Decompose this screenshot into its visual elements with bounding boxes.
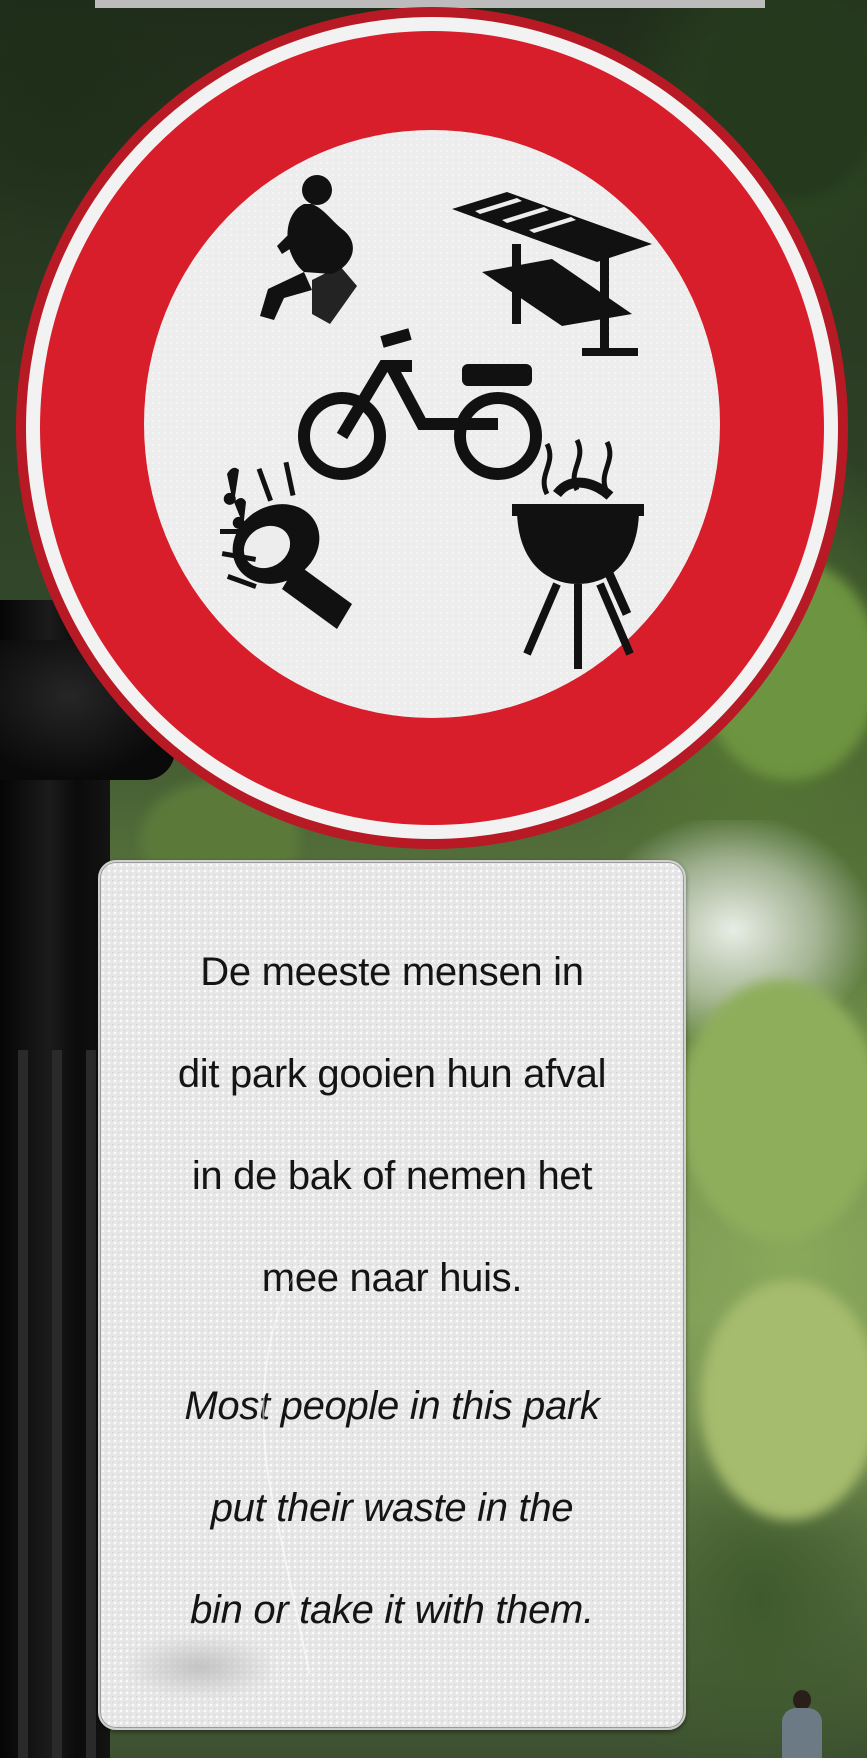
supplementary-text-plate: De meeste mensen in dit park gooien hun … [98, 860, 686, 1730]
dutch-text-line-2: dit park gooien hun afval [177, 1052, 607, 1096]
gate-post-rib [86, 1050, 96, 1758]
background-pedestrian [782, 1690, 822, 1758]
gate-post-rib [18, 1050, 28, 1758]
moped-seat [462, 364, 532, 386]
foliage-blob [700, 1280, 867, 1520]
street-sign-photo: De meeste mensen in dit park gooien hun … [0, 0, 867, 1758]
dutch-text-line-3: in de bak of nemen het [191, 1154, 593, 1198]
gate-post-rib [52, 1050, 62, 1758]
dutch-text-line-1: De meeste mensen in [200, 950, 584, 994]
prohibition-sign [16, 7, 848, 849]
foliage-blob [680, 980, 867, 1240]
faded-sticker-residue [130, 1637, 270, 1697]
